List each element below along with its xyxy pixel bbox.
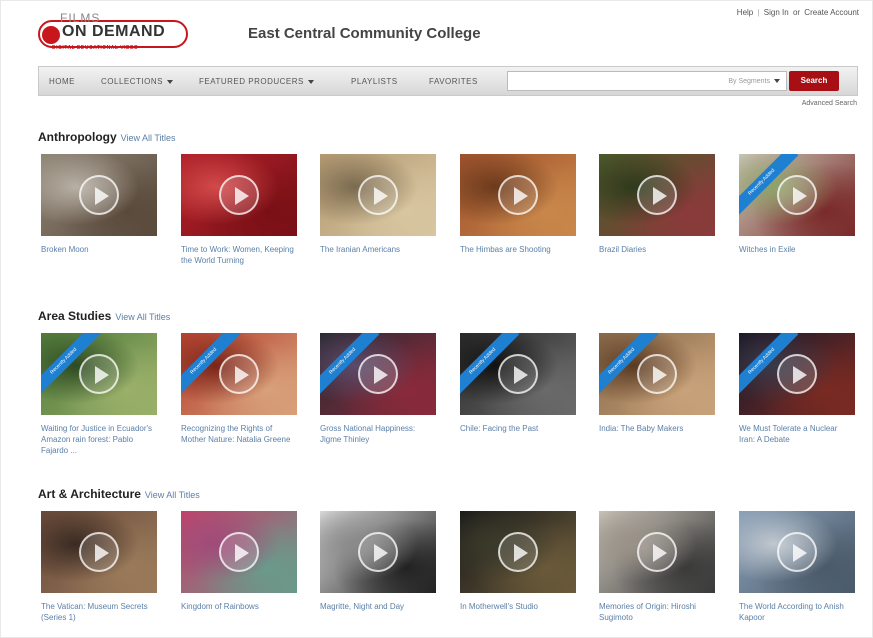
section-title-text: Area Studies <box>38 309 112 323</box>
video-thumbnail[interactable]: Recently Added <box>181 333 297 415</box>
video-thumbnail[interactable] <box>460 511 576 593</box>
section-title-text: Art & Architecture <box>38 487 141 501</box>
play-icon[interactable] <box>498 175 538 215</box>
section-art-architecture: Art & Architecture View All Titles The Va… <box>38 487 858 622</box>
play-icon[interactable] <box>79 532 119 572</box>
nav-favorites[interactable]: FAVORITES <box>429 77 478 86</box>
section-title: Art & Architecture View All Titles <box>38 487 858 501</box>
search-scope-select[interactable]: By Segments <box>728 78 780 85</box>
play-icon[interactable] <box>777 175 817 215</box>
video-thumbnail[interactable] <box>41 154 157 236</box>
chevron-down-icon <box>307 79 314 84</box>
video-title-link[interactable]: Witches in Exile <box>739 244 855 255</box>
play-icon[interactable] <box>777 532 817 572</box>
section-title-text: Anthropology <box>38 130 117 144</box>
section-title: Area Studies View All Titles <box>38 309 858 323</box>
video-title-link[interactable]: The Iranian Americans <box>320 244 436 255</box>
video-title-link[interactable]: Chile: Facing the Past <box>460 423 576 434</box>
play-icon[interactable] <box>637 354 677 394</box>
play-icon[interactable] <box>637 175 677 215</box>
advanced-search-link[interactable]: Advanced Search <box>802 100 857 107</box>
play-icon[interactable] <box>498 532 538 572</box>
main-nav: HOME COLLECTIONS FEATURED PRODUCERS PLAY… <box>38 66 858 96</box>
nav-featured-producers-label: FEATURED PRODUCERS <box>199 77 304 86</box>
video-title-link[interactable]: Broken Moon <box>41 244 157 255</box>
play-icon[interactable] <box>498 354 538 394</box>
video-title-link[interactable]: Magritte, Night and Day <box>320 601 436 612</box>
video-title-link[interactable]: Kingdom of Rainbows <box>181 601 297 612</box>
section-area-studies: Area Studies View All Titles Recently Add… <box>38 309 858 455</box>
play-icon[interactable] <box>777 354 817 394</box>
nav-favorites-label: FAVORITES <box>429 77 478 86</box>
search-button[interactable]: Search <box>789 71 839 91</box>
video-title-link[interactable]: Waiting for Justice in Ecuador's Amazon … <box>41 423 157 456</box>
video-thumbnail[interactable] <box>320 511 436 593</box>
video-thumbnail[interactable] <box>599 154 715 236</box>
nav-playlists-label: PLAYLISTS <box>351 77 398 86</box>
view-all-titles-link[interactable]: View All Titles <box>145 490 200 500</box>
nav-playlists[interactable]: PLAYLISTS <box>351 77 398 86</box>
play-icon[interactable] <box>358 532 398 572</box>
video-title-link[interactable]: The Himbas are Shooting <box>460 244 576 255</box>
search-scope-label: By Segments <box>728 78 770 85</box>
nav-featured-producers[interactable]: FEATURED PRODUCERS <box>199 77 314 86</box>
video-title-link[interactable]: Brazil Diaries <box>599 244 715 255</box>
video-title-link[interactable]: Memories of Origin: Hiroshi Sugimoto <box>599 601 715 623</box>
play-icon[interactable] <box>79 175 119 215</box>
video-thumbnail[interactable]: Recently Added <box>320 333 436 415</box>
sign-in-link[interactable]: Sign In <box>764 8 789 17</box>
video-title-link[interactable]: In Motherwell's Studio <box>460 601 576 612</box>
video-title-link[interactable]: We Must Tolerate a Nuclear Iran: A Debat… <box>739 423 855 445</box>
tile-row: Broken Moon Time to Work: Women, Keeping … <box>41 154 861 284</box>
link-separator: | <box>757 8 760 17</box>
view-all-titles-link[interactable]: View All Titles <box>115 312 170 322</box>
section-title: Anthropology View All Titles <box>38 130 858 144</box>
video-title-link[interactable]: The World According to Anish Kapoor <box>739 601 855 623</box>
chevron-down-icon <box>774 79 780 84</box>
video-thumbnail[interactable] <box>41 511 157 593</box>
top-links: Help | Sign In or Create Account <box>735 8 859 17</box>
play-icon[interactable] <box>79 354 119 394</box>
video-title-link[interactable]: The Vatican: Museum Secrets (Series 1) <box>41 601 157 623</box>
nav-collections[interactable]: COLLECTIONS <box>101 77 173 86</box>
play-icon[interactable] <box>219 354 259 394</box>
play-icon[interactable] <box>219 532 259 572</box>
video-thumbnail[interactable]: Recently Added <box>599 333 715 415</box>
section-anthropology: Anthropology View All Titles Broken Moon T… <box>38 130 858 265</box>
video-thumbnail[interactable] <box>599 511 715 593</box>
play-icon[interactable] <box>219 175 259 215</box>
play-icon[interactable] <box>358 175 398 215</box>
video-thumbnail[interactable] <box>181 154 297 236</box>
logo-main-text: ON DEMAND <box>62 23 166 40</box>
chevron-down-icon <box>166 79 173 84</box>
view-all-titles-link[interactable]: View All Titles <box>121 133 176 143</box>
logo-dot-icon <box>42 26 60 44</box>
video-thumbnail[interactable]: Recently Added <box>41 333 157 415</box>
video-thumbnail[interactable]: Recently Added <box>460 333 576 415</box>
video-title-link[interactable]: Gross National Happiness: Jigme Thinley <box>320 423 436 445</box>
video-thumbnail[interactable] <box>320 154 436 236</box>
video-title-link[interactable]: Time to Work: Women, Keeping the World T… <box>181 244 297 266</box>
college-name: East Central Community College <box>248 25 481 42</box>
help-link[interactable]: Help <box>737 8 753 17</box>
nav-collections-label: COLLECTIONS <box>101 77 163 86</box>
films-on-demand-logo[interactable]: FILMS ON DEMAND DIGITAL EDUCATIONAL VIDE… <box>38 11 188 54</box>
nav-home[interactable]: HOME <box>49 77 75 86</box>
video-title-link[interactable]: India: The Baby Makers <box>599 423 715 434</box>
nav-home-label: HOME <box>49 77 75 86</box>
tile-row: Recently Added Waiting for Justice in Ecu… <box>41 333 861 463</box>
or-text: or <box>792 8 801 17</box>
tile-row: The Vatican: Museum Secrets (Series 1) Ki… <box>41 511 861 638</box>
video-thumbnail[interactable] <box>739 511 855 593</box>
create-account-link[interactable]: Create Account <box>804 8 859 17</box>
video-thumbnail[interactable] <box>181 511 297 593</box>
search-input[interactable]: By Segments <box>507 71 787 91</box>
video-thumbnail[interactable]: Recently Added <box>739 154 855 236</box>
video-thumbnail[interactable]: Recently Added <box>739 333 855 415</box>
video-title-link[interactable]: Recognizing the Rights of Mother Nature:… <box>181 423 297 445</box>
play-icon[interactable] <box>637 532 677 572</box>
logo-tagline: DIGITAL EDUCATIONAL VIDEO <box>52 45 139 51</box>
play-icon[interactable] <box>358 354 398 394</box>
video-thumbnail[interactable] <box>460 154 576 236</box>
